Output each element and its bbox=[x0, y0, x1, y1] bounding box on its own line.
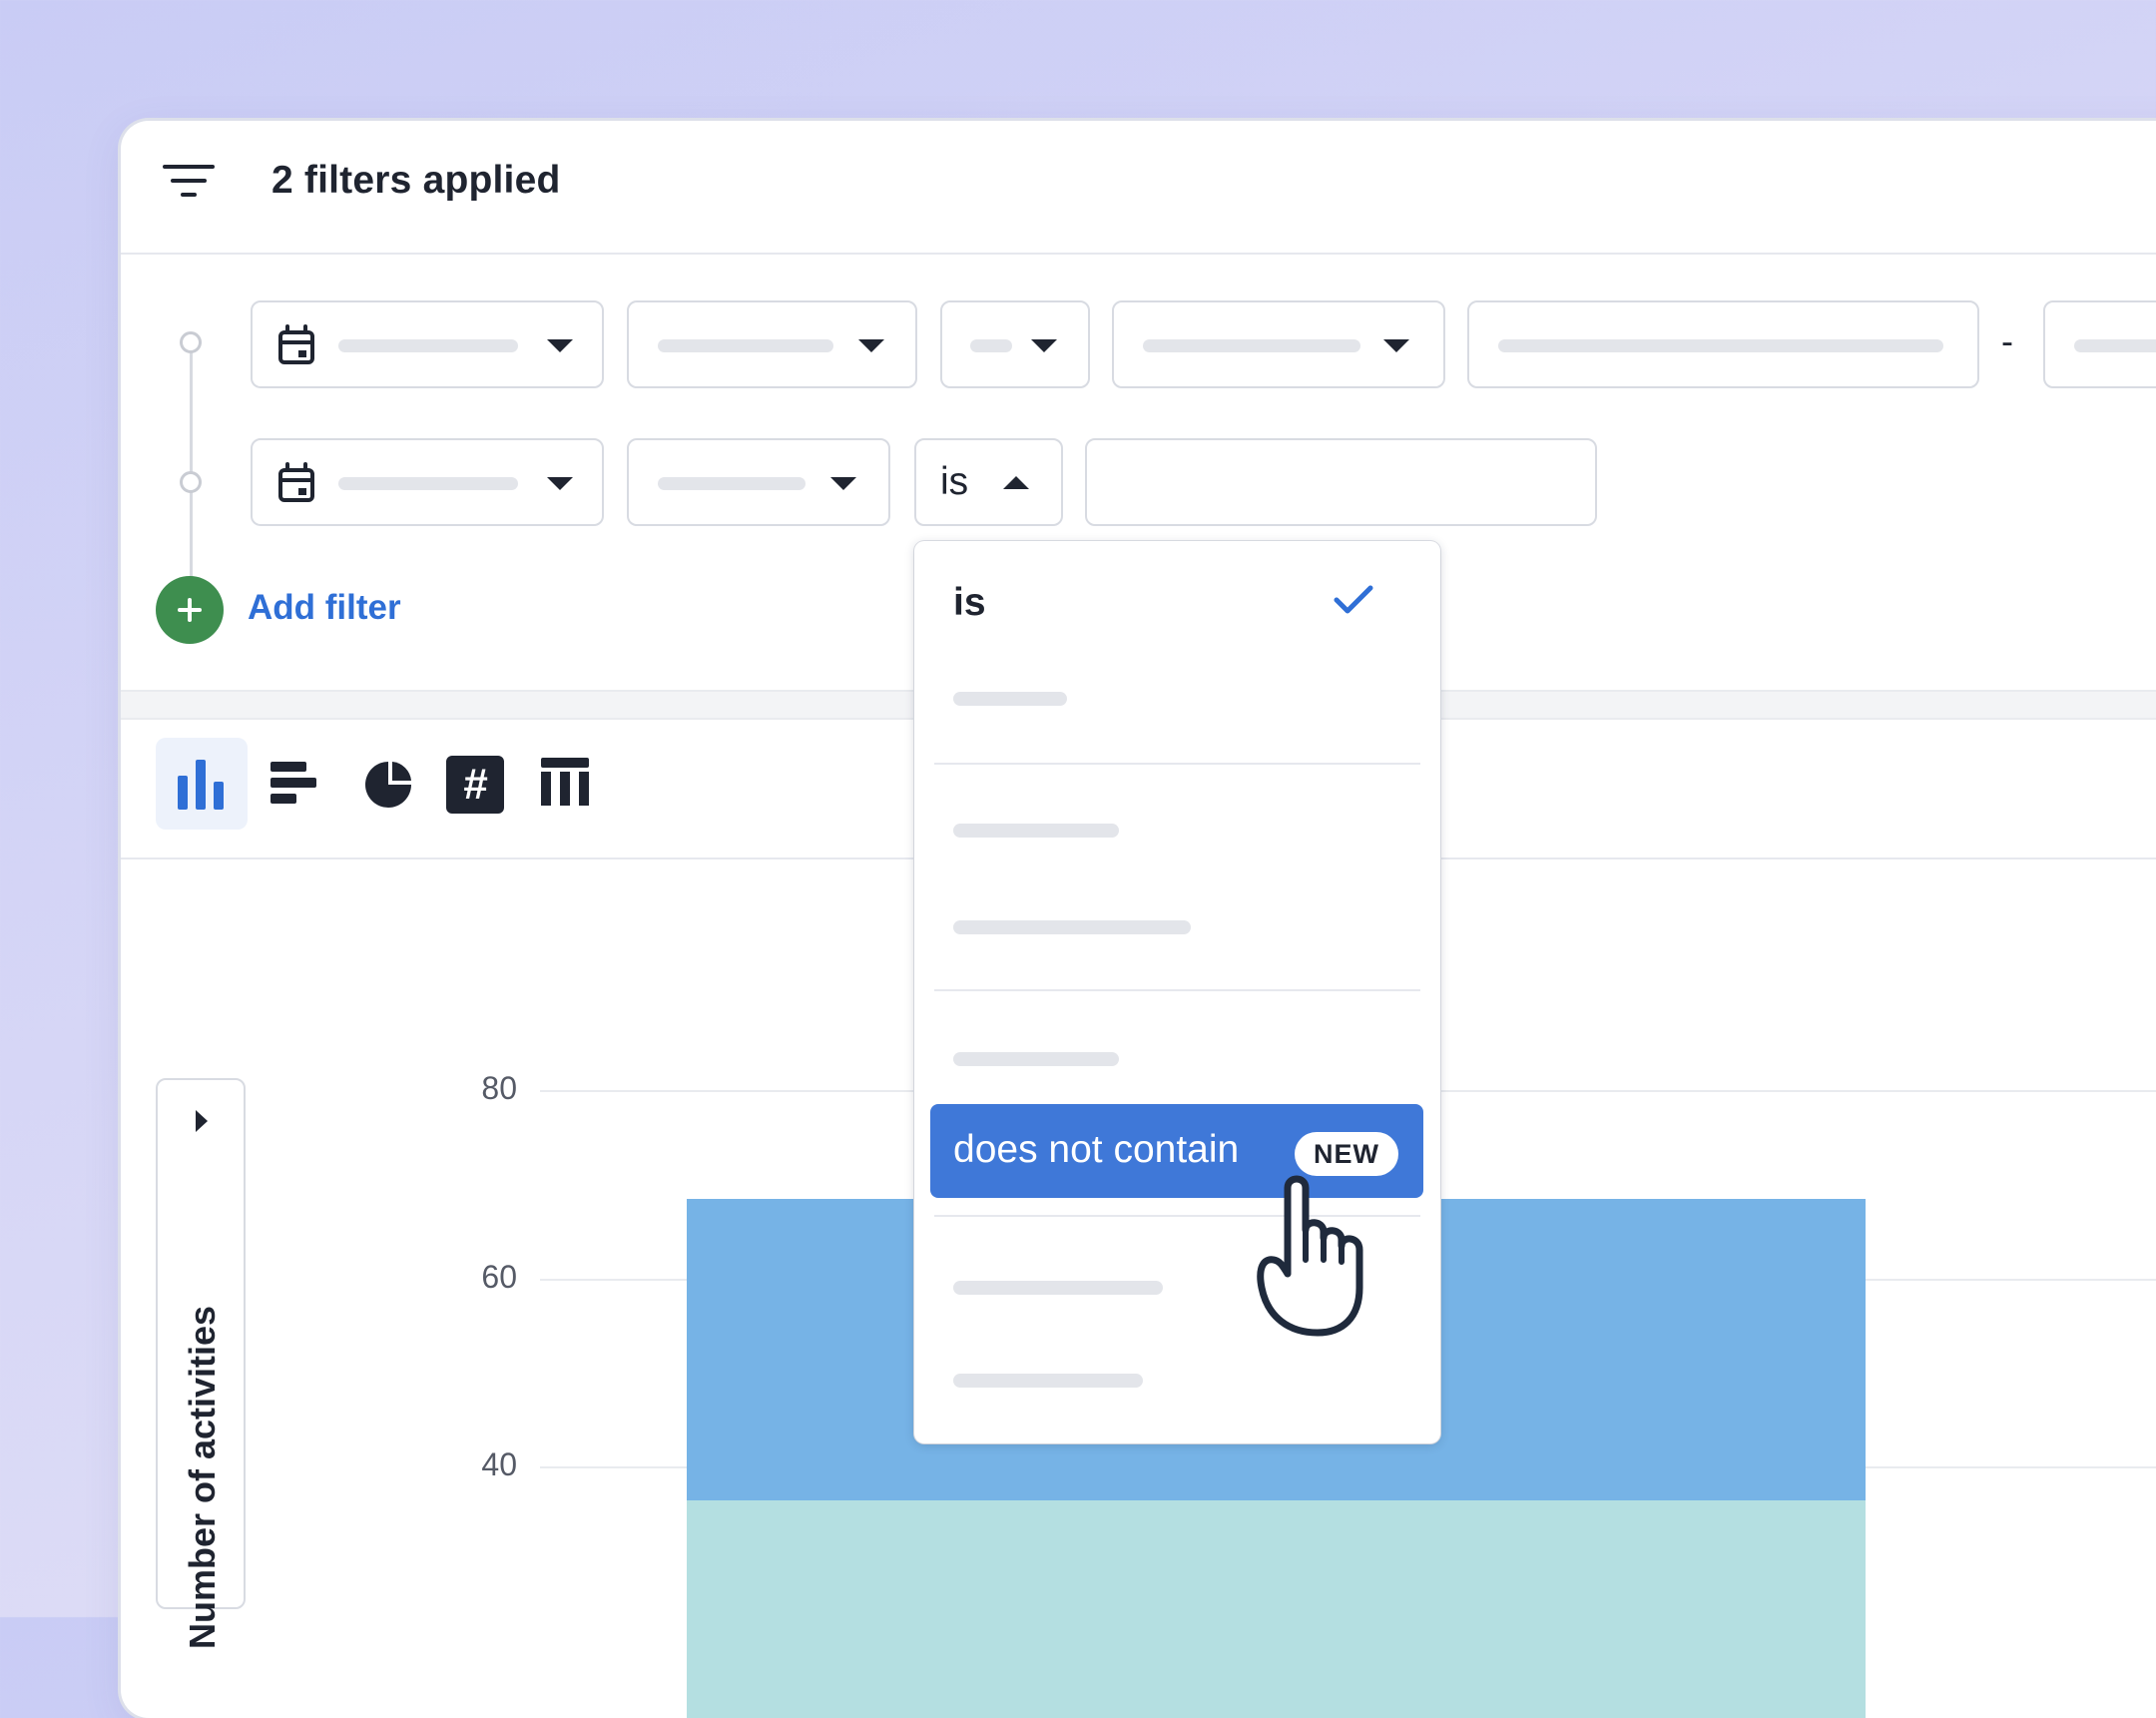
filter-node-1 bbox=[180, 331, 202, 353]
add-filter-plus-icon[interactable] bbox=[156, 576, 224, 644]
calendar-icon bbox=[278, 462, 314, 502]
chevron-down-icon bbox=[858, 339, 884, 352]
option-divider bbox=[934, 763, 1420, 765]
add-filter-link[interactable]: Add filter bbox=[248, 588, 401, 628]
filter1-range-start-input[interactable] bbox=[1467, 300, 1979, 388]
y-tick-label: 40 bbox=[481, 1446, 517, 1482]
table-button[interactable] bbox=[525, 738, 617, 830]
pie-chart-button[interactable] bbox=[340, 738, 432, 830]
bar-chart-button[interactable] bbox=[156, 738, 248, 830]
option-placeholder[interactable] bbox=[953, 1281, 1163, 1295]
horizontal-bar-chart-button[interactable] bbox=[249, 738, 340, 830]
filter-timeline bbox=[190, 348, 193, 578]
number-button[interactable]: # bbox=[432, 738, 524, 830]
option-placeholder[interactable] bbox=[953, 824, 1119, 838]
option-placeholder[interactable] bbox=[953, 692, 1067, 706]
filter-lines-icon[interactable] bbox=[163, 161, 219, 205]
filter2-field-select[interactable] bbox=[251, 438, 604, 526]
range-separator: - bbox=[2001, 320, 2013, 361]
operator-value: is bbox=[940, 460, 969, 503]
y-axis-label-toggle[interactable]: Number of activities bbox=[156, 1078, 246, 1649]
chevron-down-icon bbox=[1383, 339, 1409, 352]
filter2-value-input[interactable] bbox=[1085, 438, 1597, 526]
checkmark-icon bbox=[1334, 585, 1373, 614]
calendar-icon bbox=[278, 324, 314, 364]
filter1-operator-select[interactable] bbox=[940, 300, 1090, 388]
filter1-field-select[interactable] bbox=[251, 300, 604, 388]
filter-node-2 bbox=[180, 471, 202, 493]
chevron-down-icon bbox=[830, 477, 856, 490]
option-divider bbox=[934, 989, 1420, 991]
caret-right-icon bbox=[196, 1110, 208, 1132]
filter-header: 2 filters applied bbox=[121, 121, 2156, 255]
bar-segment-lower bbox=[687, 1500, 1866, 1718]
option-placeholder[interactable] bbox=[953, 1052, 1119, 1066]
filter1-range-end-input[interactable] bbox=[2043, 300, 2156, 388]
chevron-up-icon bbox=[1003, 476, 1029, 489]
pie-chart-icon bbox=[365, 762, 411, 808]
y-axis-label: Number of activities bbox=[182, 1305, 223, 1650]
y-tick-label: 80 bbox=[481, 1070, 517, 1106]
option-label: does not contain bbox=[953, 1128, 1240, 1171]
filter1-unit-select[interactable] bbox=[1112, 300, 1445, 388]
filter2-operator-select[interactable]: is bbox=[914, 438, 1063, 526]
option-placeholder[interactable] bbox=[953, 920, 1191, 934]
filter2-condition-select[interactable] bbox=[627, 438, 890, 526]
option-placeholder[interactable] bbox=[953, 1374, 1143, 1388]
option-is[interactable]: is bbox=[953, 581, 986, 625]
chevron-down-icon bbox=[547, 477, 573, 490]
hand-pointer-cursor-icon bbox=[1257, 1175, 1363, 1337]
chevron-down-icon bbox=[547, 339, 573, 352]
filter1-condition-select[interactable] bbox=[627, 300, 917, 388]
y-tick-label: 60 bbox=[481, 1259, 517, 1295]
filters-applied-title: 2 filters applied bbox=[271, 159, 561, 202]
chevron-down-icon bbox=[1031, 339, 1057, 352]
